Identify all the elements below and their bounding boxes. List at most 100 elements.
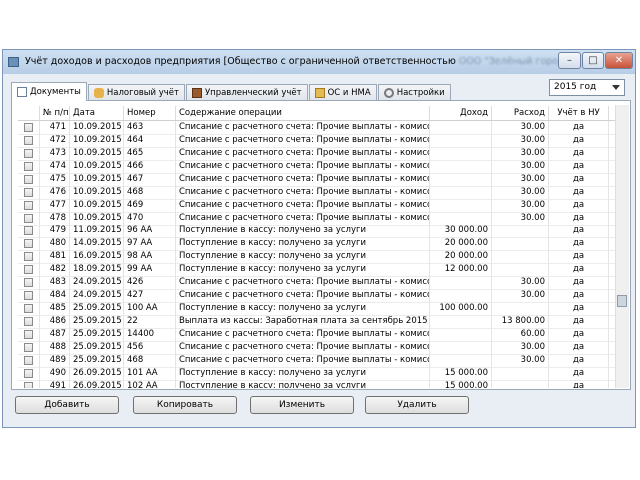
tab-management-accounting[interactable]: Управленческий учёт: [185, 84, 308, 101]
cell-income: [430, 211, 492, 225]
row-checkbox[interactable]: [24, 239, 33, 249]
row-check-cell: [18, 302, 40, 316]
cell-date: 24.09.2015: [70, 289, 124, 303]
window-title: Учёт доходов и расходов предприятия [Общ…: [25, 56, 573, 67]
row-checkbox[interactable]: [24, 161, 33, 171]
cell-nu: да: [549, 340, 609, 354]
cell-expense: 30.00: [492, 276, 549, 290]
delete-button[interactable]: Удалить: [365, 396, 469, 414]
cell-expense: [492, 237, 549, 251]
cell-num: 477: [40, 198, 70, 212]
table-row[interactable]: 476 10.09.2015 468 Списание с расчетного сч…: [18, 185, 615, 200]
copy-button[interactable]: Копировать: [133, 396, 237, 414]
row-checkbox[interactable]: [24, 265, 33, 275]
table-row[interactable]: 471 10.09.2015 463 Списание с расчетного сч…: [18, 121, 615, 135]
cell-content: Списание с расчетного счета: Прочие выпл…: [176, 289, 430, 303]
table-row[interactable]: 482 18.09.2015 99 АА Поступление в кассу: п…: [18, 263, 615, 278]
cell-number: 463: [124, 121, 176, 134]
year-select[interactable]: 2015 год: [549, 79, 625, 96]
row-check-cell: [18, 172, 40, 186]
table-row[interactable]: 474 10.09.2015 466 Списание с расчетного сч…: [18, 159, 615, 174]
cell-income: [430, 121, 492, 134]
header-content[interactable]: Содержание операции: [176, 106, 430, 120]
cell-num: 482: [40, 263, 70, 277]
cell-number: 465: [124, 146, 176, 160]
tab-fixed-assets[interactable]: ОС и НМА: [308, 84, 377, 101]
table-row[interactable]: 472 10.09.2015 464 Списание с расчетного сч…: [18, 133, 615, 148]
row-check-cell: [18, 289, 40, 303]
table-row[interactable]: 475 10.09.2015 467 Списание с расчетного сч…: [18, 172, 615, 187]
cell-number: 101 АА: [124, 366, 176, 380]
row-checkbox[interactable]: [24, 213, 33, 223]
cell-date: 26.09.2015: [70, 366, 124, 380]
table-row[interactable]: 480 14.09.2015 97 АА Поступление в кассу: п…: [18, 237, 615, 252]
row-checkbox[interactable]: [24, 123, 33, 132]
table-row[interactable]: 486 25.09.2015 22 Выплата из кассы: Заработ…: [18, 314, 615, 329]
table-row[interactable]: 489 25.09.2015 468 Списание с расчетного сч…: [18, 353, 615, 368]
cell-nu: да: [549, 237, 609, 251]
title-bar[interactable]: Учёт доходов и расходов предприятия [Общ…: [3, 50, 635, 74]
scrollbar-thumb[interactable]: [617, 295, 627, 307]
header-income[interactable]: Доход: [430, 106, 492, 120]
tab-settings[interactable]: Настройки: [377, 84, 451, 101]
cell-content: Списание с расчетного счета: Прочие выпл…: [176, 185, 430, 199]
vertical-scrollbar[interactable]: [615, 105, 629, 388]
documents-panel: № п/п Дата Номер Содержание операции Дох…: [11, 100, 631, 390]
table-row[interactable]: 484 24.09.2015 427 Списание с расчетного сч…: [18, 289, 615, 304]
edit-button[interactable]: Изменить: [250, 396, 354, 414]
tab-tax-accounting[interactable]: Налоговый учёт: [87, 84, 185, 101]
table-row[interactable]: 479 11.09.2015 96 АА Поступление в кассу: п…: [18, 224, 615, 239]
cell-content: Поступление в кассу: получено за услуги: [176, 366, 430, 380]
row-checkbox[interactable]: [24, 316, 33, 326]
cell-expense: 60.00: [492, 327, 549, 341]
row-checkbox[interactable]: [24, 135, 33, 145]
cell-date: 16.09.2015: [70, 250, 124, 264]
header-nu[interactable]: Учёт в НУ: [549, 106, 609, 120]
maximize-button[interactable]: □: [582, 52, 604, 69]
row-checkbox[interactable]: [24, 278, 33, 288]
table-row[interactable]: 483 24.09.2015 426 Списание с расчетного сч…: [18, 276, 615, 291]
cell-expense: 30.00: [492, 353, 549, 367]
table-row[interactable]: 487 25.09.2015 14400 Списание с расчетного …: [18, 327, 615, 342]
add-button[interactable]: Добавить: [15, 396, 119, 414]
row-checkbox[interactable]: [24, 381, 33, 388]
cell-expense: [492, 366, 549, 380]
table-row[interactable]: 491 26.09.2015 102 АА Поступление в кассу: …: [18, 379, 615, 388]
row-check-cell: [18, 276, 40, 290]
row-checkbox[interactable]: [24, 187, 33, 197]
table-row[interactable]: 473 10.09.2015 465 Списание с расчетного сч…: [18, 146, 615, 161]
cell-num: 484: [40, 289, 70, 303]
cell-expense: 30.00: [492, 211, 549, 225]
row-check-cell: [18, 366, 40, 380]
header-number[interactable]: Номер: [124, 106, 176, 120]
header-date[interactable]: Дата: [70, 106, 124, 120]
table-row[interactable]: 485 25.09.2015 100 АА Поступление в кассу: …: [18, 302, 615, 317]
cell-number: 468: [124, 185, 176, 199]
table-row[interactable]: 481 16.09.2015 98 АА Поступление в кассу: п…: [18, 250, 615, 265]
row-checkbox[interactable]: [24, 148, 33, 158]
tab-documents[interactable]: Документы: [11, 82, 87, 101]
row-checkbox[interactable]: [24, 329, 33, 339]
cell-income: 12 000.00: [430, 263, 492, 277]
cell-number: 468: [124, 353, 176, 367]
close-button[interactable]: ✕: [605, 52, 633, 69]
cell-number: 466: [124, 159, 176, 173]
cell-number: 426: [124, 276, 176, 290]
row-checkbox[interactable]: [24, 226, 33, 236]
row-checkbox[interactable]: [24, 200, 33, 210]
row-checkbox[interactable]: [24, 368, 33, 378]
row-checkbox[interactable]: [24, 291, 33, 301]
row-checkbox[interactable]: [24, 174, 33, 184]
row-checkbox[interactable]: [24, 355, 33, 365]
table-row[interactable]: 488 25.09.2015 456 Списание с расчетного сч…: [18, 340, 615, 355]
minimize-button[interactable]: –: [558, 52, 581, 69]
header-num[interactable]: № п/п: [40, 106, 70, 120]
row-checkbox[interactable]: [24, 252, 33, 262]
table-row[interactable]: 477 10.09.2015 469 Списание с расчетного сч…: [18, 198, 615, 213]
row-check-cell: [18, 314, 40, 328]
row-checkbox[interactable]: [24, 342, 33, 352]
header-expense[interactable]: Расход: [492, 106, 549, 120]
row-checkbox[interactable]: [24, 304, 33, 314]
table-row[interactable]: 478 10.09.2015 470 Списание с расчетного сч…: [18, 211, 615, 226]
table-row[interactable]: 490 26.09.2015 101 АА Поступление в кассу: …: [18, 366, 615, 381]
